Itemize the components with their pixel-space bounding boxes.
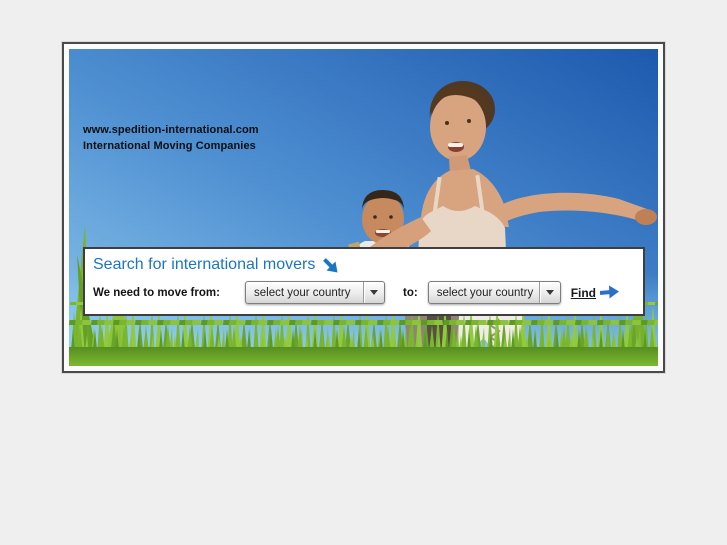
find-label: Find: [570, 285, 597, 300]
move-from-label: We need to move from:: [93, 286, 220, 299]
from-country-select[interactable]: select your country: [245, 281, 385, 304]
hero-photo-illustration: [69, 49, 658, 366]
search-title-text: Search for international movers: [93, 256, 316, 273]
from-select-arrow-box: [363, 282, 384, 303]
search-form-row: We need to move from: select your countr…: [93, 281, 635, 304]
to-country-value: select your country: [436, 286, 534, 299]
search-panel: Search for international movers We need …: [83, 247, 645, 316]
branding-url: www.spedition-international.com: [83, 124, 259, 136]
hero-photo: www.spedition-international.com Internat…: [69, 49, 658, 366]
chevron-down-icon: [370, 290, 378, 295]
search-title: Search for international movers: [93, 256, 643, 274]
find-link[interactable]: Find: [571, 285, 620, 300]
chevron-down-icon: [545, 290, 554, 295]
page: { "window": { "background_color": "#efef…: [0, 0, 727, 545]
right-arrow-icon: [599, 285, 620, 300]
to-country-select[interactable]: select your country: [427, 281, 561, 304]
branding-tagline: International Moving Companies: [83, 140, 256, 152]
southeast-arrow-icon: [322, 257, 339, 274]
move-to-label: to:: [403, 286, 418, 299]
from-country-value: select your country: [254, 286, 351, 299]
to-select-arrow-box: [538, 282, 560, 303]
branding: www.spedition-international.com Internat…: [83, 122, 259, 154]
hero-frame: www.spedition-international.com Internat…: [62, 42, 665, 373]
